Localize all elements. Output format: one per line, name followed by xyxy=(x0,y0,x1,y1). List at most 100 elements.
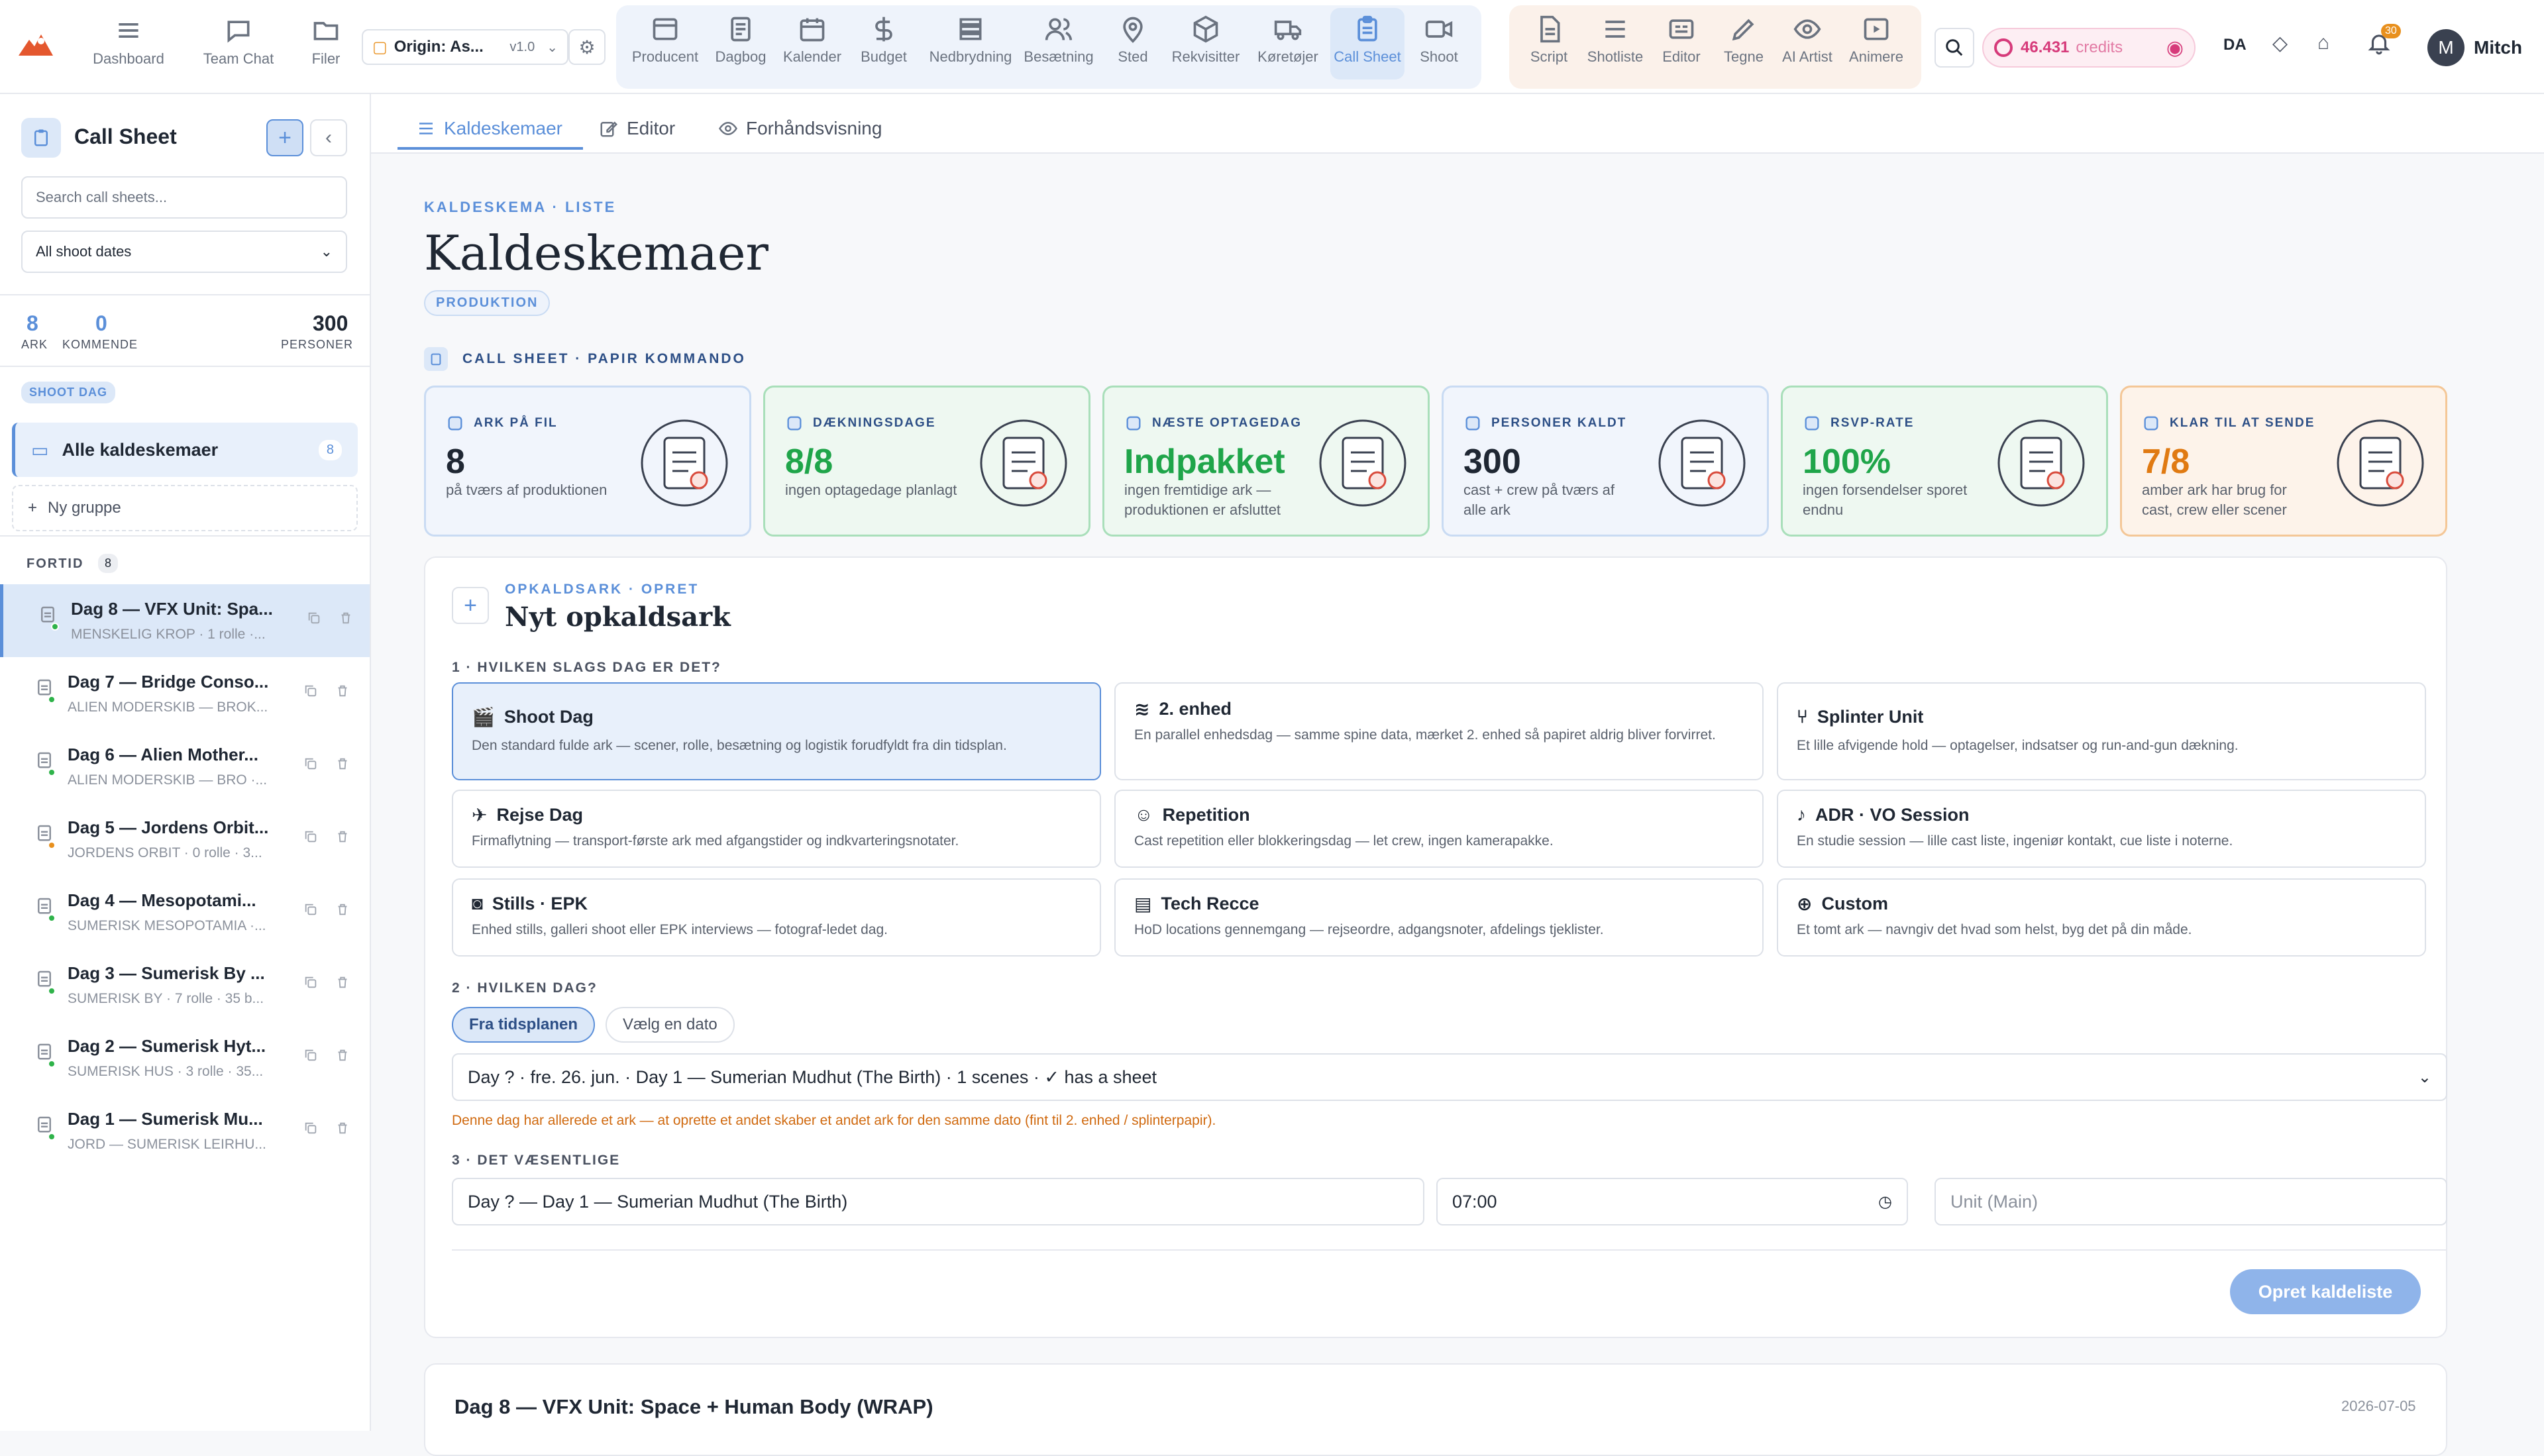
sheet-list-item[interactable]: Dag 1 — Sumerisk Mu... JORD — SUMERISK LE… xyxy=(0,1094,370,1167)
app-logo[interactable] xyxy=(17,30,54,57)
tool-køretøjer[interactable]: Køretøjer xyxy=(1251,15,1325,65)
duplicate-icon[interactable] xyxy=(303,1048,319,1064)
nav-folder[interactable]: Filer xyxy=(286,16,366,82)
tool-editor[interactable]: Editor xyxy=(1647,15,1716,65)
trash-icon[interactable] xyxy=(335,975,351,991)
day-type-shoot-dag[interactable]: 🎬 Shoot Dag Den standard fulde ark — scene… xyxy=(452,682,1101,780)
day-type-custom[interactable]: ⊕ Custom Et tomt ark — navngiv det hvad so… xyxy=(1777,878,2426,957)
tool-shoot[interactable]: Shoot xyxy=(1402,15,1476,65)
day-type-tech-recce[interactable]: ▤ Tech Recce HoD locations gennemgang — re… xyxy=(1114,878,1764,957)
tab-forhåndsvisning[interactable]: Forhåndsvisning xyxy=(718,107,882,150)
top-bar: Dashboard Team Chat Filer ▢ Origin: As... … xyxy=(0,0,2544,94)
trash-icon[interactable] xyxy=(335,684,351,700)
project-selector[interactable]: ▢ Origin: As... v1.0 ⌄ xyxy=(362,29,568,65)
unit-field[interactable]: Unit (Main) xyxy=(1934,1178,2447,1225)
kpi-icon xyxy=(1803,414,1830,433)
trash-icon[interactable] xyxy=(335,756,351,772)
sheet-list-item[interactable]: Dag 4 — Mesopotami... SUMERISK MESOPOTAMI… xyxy=(0,876,370,949)
tool-label: Tegne xyxy=(1724,48,1764,65)
trash-icon[interactable] xyxy=(335,1121,351,1137)
mode-pick-date[interactable]: Vælg en dato xyxy=(606,1007,735,1043)
project-version: v1.0 xyxy=(509,39,535,54)
droplet-icon[interactable]: ◇ xyxy=(2272,32,2288,55)
credits-ring-icon xyxy=(1994,38,2013,57)
graduation-cap-icon[interactable]: ⌂ xyxy=(2317,32,2329,54)
sheet-list-item[interactable]: Dag 5 — Jordens Orbit... JORDENS ORBIT · … xyxy=(0,803,370,876)
trash-icon[interactable] xyxy=(335,829,351,845)
day-type-splinter-unit[interactable]: ⑂ Splinter Unit Et lille afvigende hold — … xyxy=(1777,682,2426,780)
kpi-label-row: KLAR TIL AT SENDE xyxy=(2142,414,2315,433)
tool-label: AI Artist xyxy=(1782,48,1832,65)
tool-script[interactable]: Script xyxy=(1514,15,1583,65)
nav-chat[interactable]: Team Chat xyxy=(199,16,278,82)
search-button[interactable] xyxy=(1934,28,1974,68)
sheet-list-item[interactable]: Dag 7 — Bridge Conso... ALIEN MODERSKIB —… xyxy=(0,657,370,730)
tool-budget[interactable]: Budget xyxy=(847,15,921,65)
trash-icon[interactable] xyxy=(335,902,351,918)
duplicate-icon[interactable] xyxy=(303,829,319,845)
kpi-description: ingen forsendelser sporet endnu xyxy=(1803,482,1968,518)
project-name: Origin: As... xyxy=(394,38,484,56)
notification-bell[interactable]: 30 xyxy=(2366,24,2401,60)
sheet-list-item[interactable]: Dag 3 — Sumerisk By ... SUMERISK BY · 7 r… xyxy=(0,949,370,1021)
day-type-title: Tech Recce xyxy=(1161,894,1259,913)
credits-pill[interactable]: 46.431 credits ◉ xyxy=(1982,28,2196,68)
all-sheets-item[interactable]: ▭ Alle kaldeskemaer 8 xyxy=(12,423,358,477)
avatar[interactable]: M xyxy=(2427,29,2464,66)
date-filter-select[interactable]: All shoot dates ⌄ xyxy=(21,231,347,273)
tool-ai-artist[interactable]: AI Artist xyxy=(1773,15,1842,65)
duplicate-icon[interactable] xyxy=(303,902,319,918)
tool-sted[interactable]: Sted xyxy=(1096,15,1170,65)
sheet-name-field[interactable]: Day ? — Day 1 — Sumerian Mudhut (The Bir… xyxy=(452,1178,1424,1225)
tool-producent[interactable]: Producent xyxy=(628,15,702,65)
search-input[interactable]: Search call sheets... xyxy=(21,176,347,219)
sheet-subtitle: ALIEN MODERSKIB — BROK... xyxy=(68,700,268,715)
sheet-list-item[interactable]: Dag 6 — Alien Mother... ALIEN MODERSKIB —… xyxy=(0,730,370,803)
sheet-subtitle: JORD — SUMERISK LEIRHU... xyxy=(68,1137,266,1152)
mode-from-schedule[interactable]: Fra tidsplanen xyxy=(452,1007,596,1043)
tool-label: Shoot xyxy=(1420,48,1458,65)
day-type-title-row: ⑂ Splinter Unit xyxy=(1797,706,1923,727)
tool-nedbrydning[interactable]: Nedbrydning xyxy=(928,15,1014,65)
day-type-stills-epk[interactable]: ◙ Stills · EPK Enhed stills, galleri shoot… xyxy=(452,878,1101,957)
chevron-down-icon: ⌄ xyxy=(547,40,558,55)
past-label: FORTID xyxy=(26,556,84,571)
nav-grid[interactable]: Dashboard xyxy=(89,16,168,82)
duplicate-icon[interactable] xyxy=(307,611,323,627)
duplicate-icon[interactable] xyxy=(303,684,319,700)
tab-kaldeskemaer[interactable]: Kaldeskemaer xyxy=(416,107,562,150)
kpi-icon xyxy=(446,414,474,433)
add-sheet-button[interactable]: + xyxy=(266,119,303,156)
project-settings-button[interactable]: ⚙ xyxy=(568,29,606,65)
trash-icon[interactable] xyxy=(339,611,354,627)
call-time-field[interactable]: 07:00 ◷ xyxy=(1436,1178,1908,1225)
day-type-2-enhed[interactable]: ≋ 2. enhed En parallel enhedsdag — samme s… xyxy=(1114,682,1764,780)
collapse-sidebar-button[interactable]: ‹ xyxy=(310,119,347,156)
tool-besætning[interactable]: Besætning xyxy=(1022,15,1096,65)
day-type-adr-vo-session[interactable]: ♪ ADR · VO Session En studie session — lil… xyxy=(1777,790,2426,868)
language-switch[interactable]: DA xyxy=(2223,36,2247,54)
sheet-list-item[interactable]: Dag 8 — VFX Unit: Spa... MENSKELIG KROP ·… xyxy=(0,584,370,657)
tool-rekvisitter[interactable]: Rekvisitter xyxy=(1169,15,1243,65)
tool-shotliste[interactable]: Shotliste xyxy=(1581,15,1650,65)
tool-dagbog[interactable]: Dagbog xyxy=(704,15,778,65)
day-type-repetition[interactable]: ☺ Repetition Cast repetition eller blokker… xyxy=(1114,790,1764,868)
day-select[interactable]: Day ? · fre. 26. jun. · Day 1 — Sumerian… xyxy=(452,1053,2447,1101)
tool-call-sheet[interactable]: Call Sheet xyxy=(1330,8,1404,79)
kpi-illustration-icon xyxy=(977,417,1070,509)
user-name[interactable]: Mitch xyxy=(2474,37,2522,58)
sheet-title: Dag 6 — Alien Mother... xyxy=(68,745,258,764)
day-type-title-row: ☺ Repetition xyxy=(1134,804,1250,825)
create-sheet-button[interactable]: Opret kaldeliste xyxy=(2230,1269,2421,1314)
trash-icon[interactable] xyxy=(335,1048,351,1064)
tool-animere[interactable]: Animere xyxy=(1842,15,1911,65)
duplicate-icon[interactable] xyxy=(303,975,319,991)
tool-kalender[interactable]: Kalender xyxy=(775,15,849,65)
tool-tegne[interactable]: Tegne xyxy=(1709,15,1778,65)
new-group-button[interactable]: + Ny gruppe xyxy=(12,485,358,531)
day-type-rejse-dag[interactable]: ✈ Rejse Dag Firmaflytning — transport-førs… xyxy=(452,790,1101,868)
duplicate-icon[interactable] xyxy=(303,756,319,772)
duplicate-icon[interactable] xyxy=(303,1121,319,1137)
sheet-list-item[interactable]: Dag 2 — Sumerisk Hyt... SUMERISK HUS · 3 … xyxy=(0,1021,370,1094)
tab-editor[interactable]: Editor xyxy=(599,107,675,150)
